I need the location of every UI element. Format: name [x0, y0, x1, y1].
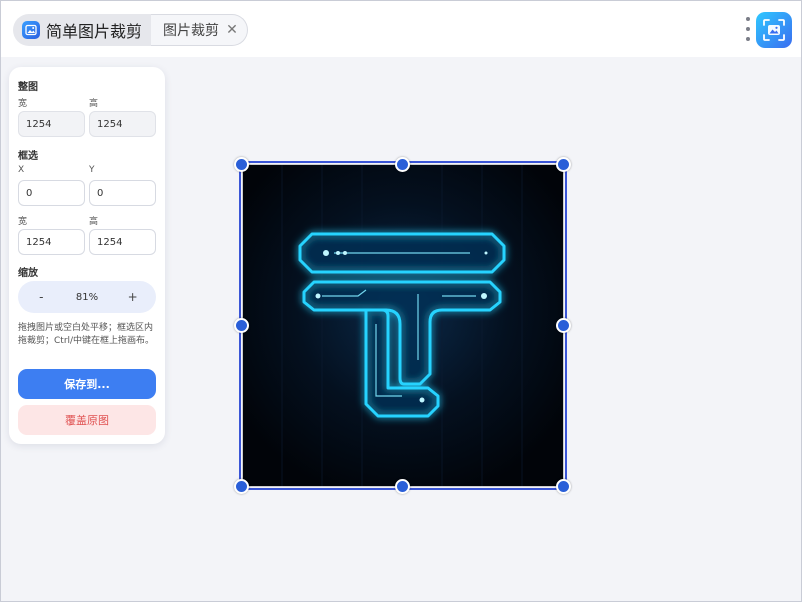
more-vertical-icon[interactable] [745, 17, 751, 41]
image-icon [22, 21, 40, 39]
crop-handle-bottom-left[interactable] [234, 479, 249, 494]
crop-handle-top-left[interactable] [234, 157, 249, 172]
whole-width-label: 宽 [18, 99, 28, 109]
crop-handle-right[interactable] [556, 318, 571, 333]
crop-handle-bottom[interactable] [395, 479, 410, 494]
selection-x-field[interactable] [18, 180, 85, 206]
whole-height-label: 高 [89, 99, 99, 109]
tab-file[interactable]: 图片裁剪 ✕ [151, 14, 248, 46]
save-to-button[interactable]: 保存到... [18, 369, 156, 399]
section-title-whole-image: 整图 [18, 82, 38, 93]
selection-height-label: 高 [89, 217, 99, 227]
image-scan-icon[interactable] [756, 12, 792, 48]
zoom-out-button[interactable]: - [29, 290, 53, 304]
zoom-in-button[interactable]: + [121, 290, 145, 304]
crop-handle-top[interactable] [395, 157, 410, 172]
tab-app[interactable]: 简单图片裁剪 [13, 14, 159, 46]
zoom-control: - 81% + [18, 281, 156, 313]
overwrite-original-button[interactable]: 覆盖原图 [18, 405, 156, 435]
selection-x-label: X [18, 165, 25, 175]
app-title: 简单图片裁剪 [46, 22, 143, 41]
section-title-zoom: 缩放 [18, 268, 38, 279]
zoom-value: 81% [75, 291, 99, 303]
tab-file-label: 图片裁剪 [163, 23, 219, 39]
crop-handle-left[interactable] [234, 318, 249, 333]
whole-height-field[interactable] [89, 111, 156, 137]
section-title-selection: 框选 [18, 151, 38, 162]
whole-width-field[interactable] [18, 111, 85, 137]
selection-height-field[interactable] [89, 229, 156, 255]
side-panel: 整图 宽 高 框选 X Y 宽 高 缩放 - 81% + 拖拽图片或空白处平移；… [9, 67, 165, 444]
image-canvas[interactable] [242, 164, 564, 487]
close-icon[interactable]: ✕ [225, 23, 239, 37]
selection-y-field[interactable] [89, 180, 156, 206]
selection-width-label: 宽 [18, 217, 28, 227]
usage-hint: 拖拽图片或空白处平移；框选区内拖裁剪；Ctrl/中键在框上拖画布。 [18, 323, 155, 346]
crop-handle-top-right[interactable] [556, 157, 571, 172]
crop-handle-bottom-right[interactable] [556, 479, 571, 494]
selection-y-label: Y [89, 165, 95, 175]
preview-image [242, 164, 564, 487]
title-bar: 简单图片裁剪 图片裁剪 ✕ [1, 1, 801, 57]
selection-width-field[interactable] [18, 229, 85, 255]
